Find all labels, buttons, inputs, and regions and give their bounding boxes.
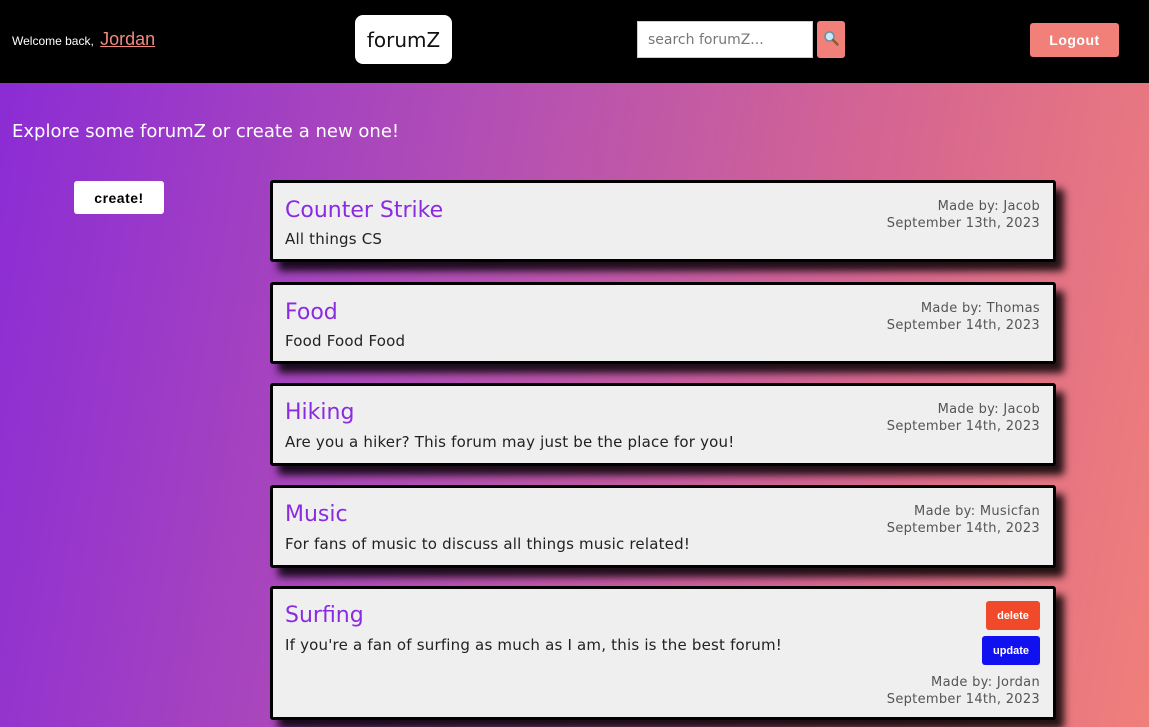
forum-description: All things CS <box>285 230 383 248</box>
forum-author: Made by: Jordan <box>931 675 1040 690</box>
forum-title[interactable]: Hiking <box>285 400 354 425</box>
logout-button[interactable]: Logout <box>1030 23 1119 57</box>
forum-author: Made by: Jacob <box>937 199 1040 214</box>
forum-meta: Made by: Musicfan September 14th, 2023 <box>887 503 1040 537</box>
forum-card[interactable]: Food Food Food Food Made by: Thomas Sept… <box>270 282 1056 364</box>
forum-description: Are you a hiker? This forum may just be … <box>285 433 735 451</box>
top-navbar: Welcome back, Jordan forumZ Logout <box>0 0 1149 83</box>
forum-date: September 14th, 2023 <box>886 318 1040 333</box>
welcome-message: Welcome back, Jordan <box>12 29 155 50</box>
welcome-text: Welcome back, <box>12 34 94 48</box>
forum-title[interactable]: Music <box>285 502 348 527</box>
forum-author: Made by: Musicfan <box>914 504 1040 519</box>
forum-card[interactable]: Counter Strike All things CS Made by: Ja… <box>270 180 1056 262</box>
forum-title[interactable]: Counter Strike <box>285 198 443 223</box>
forum-date: September 14th, 2023 <box>886 521 1040 536</box>
forum-title[interactable]: Food <box>285 300 338 325</box>
create-forum-button[interactable]: create! <box>74 181 164 214</box>
update-button[interactable]: update <box>982 636 1040 665</box>
forum-meta: Made by: Thomas September 14th, 2023 <box>887 300 1040 334</box>
page-headline: Explore some forumZ or create a new one! <box>12 121 400 142</box>
forum-author: Made by: Jacob <box>937 402 1040 417</box>
username-link[interactable]: Jordan <box>100 29 155 49</box>
forum-card[interactable]: Hiking Are you a hiker? This forum may j… <box>270 383 1056 466</box>
forum-meta: Made by: Jacob September 14th, 2023 <box>887 401 1040 435</box>
forum-meta: Made by: Jacob September 13th, 2023 <box>887 198 1040 232</box>
delete-button[interactable]: delete <box>986 601 1040 630</box>
search-input[interactable] <box>637 21 813 58</box>
forum-date: September 14th, 2023 <box>886 419 1040 434</box>
forum-card[interactable]: Music For fans of music to discuss all t… <box>270 485 1056 568</box>
forum-meta: Made by: Jordan September 14th, 2023 <box>887 674 1040 708</box>
forum-date: September 14th, 2023 <box>886 692 1040 707</box>
magnifier-icon <box>823 30 839 49</box>
forum-card[interactable]: Surfing If you're a fan of surfing as mu… <box>270 586 1056 720</box>
forum-title[interactable]: Surfing <box>285 603 364 628</box>
forum-description: If you're a fan of surfing as much as I … <box>285 636 783 654</box>
forum-author: Made by: Thomas <box>920 301 1040 316</box>
forum-description: For fans of music to discuss all things … <box>285 535 691 553</box>
search-button[interactable] <box>817 21 845 58</box>
forum-date: September 13th, 2023 <box>886 216 1040 231</box>
forum-description: Food Food Food <box>285 332 406 350</box>
forumz-logo[interactable]: forumZ <box>355 15 452 64</box>
